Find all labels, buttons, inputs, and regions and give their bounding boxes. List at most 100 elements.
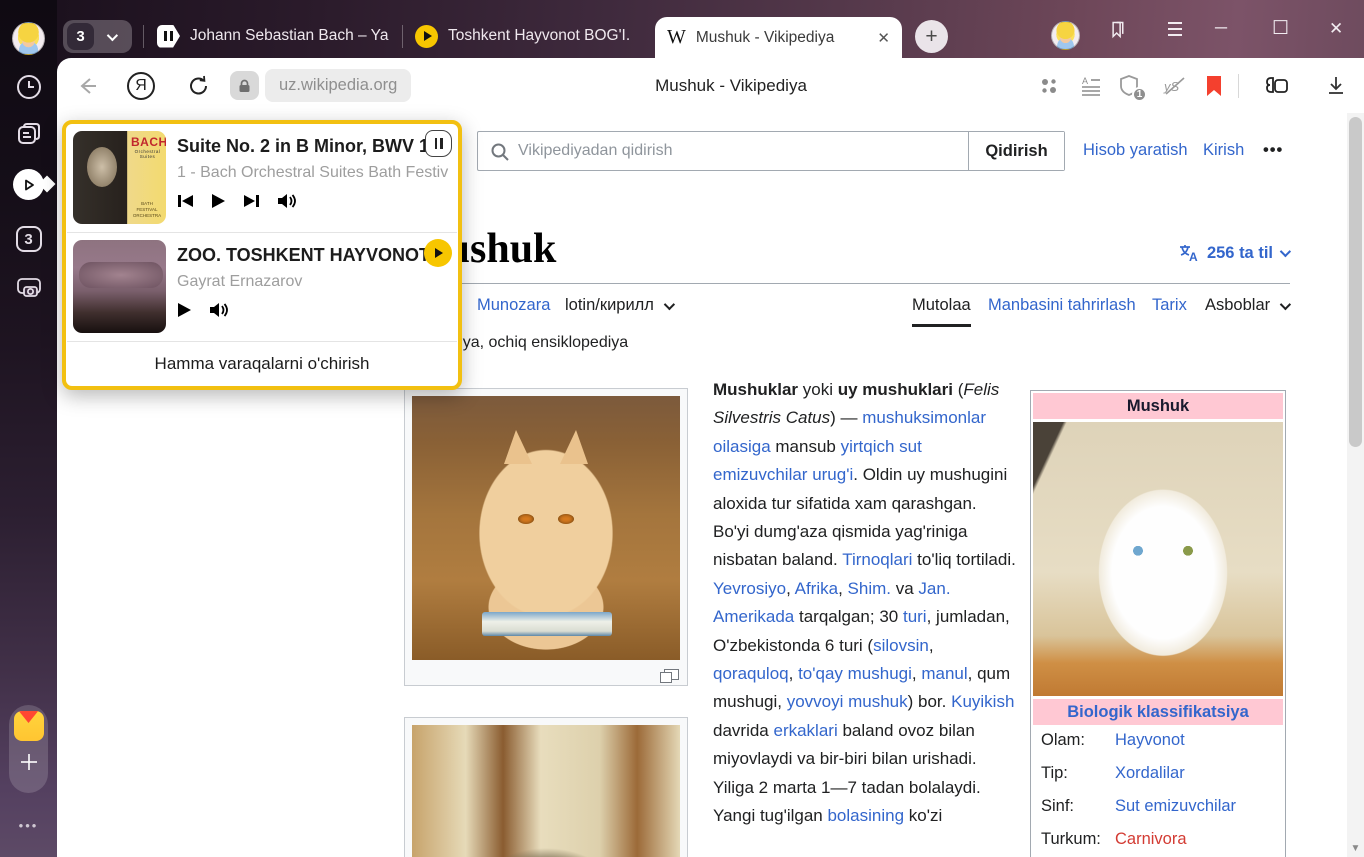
volume-icon[interactable]	[209, 302, 229, 318]
infobox-row: Olam:Hayvonot	[1041, 731, 1275, 750]
toolbar-page-title: Mushuk - Vikipediya	[655, 58, 807, 113]
cat-on-book-photo[interactable]	[412, 396, 680, 660]
profile-avatar[interactable]	[1051, 21, 1080, 50]
tab-bach[interactable]: Johann Sebastian Bach – Ya	[157, 14, 397, 58]
yandex-logo-icon[interactable]: Я	[127, 58, 155, 113]
article-link[interactable]: to'qay mushugi	[798, 664, 912, 683]
article-link[interactable]: Afrika	[795, 579, 838, 598]
tools-dropdown[interactable]: Asboblar	[1205, 296, 1288, 315]
reload-icon[interactable]	[187, 58, 211, 113]
playing-badge-icon[interactable]	[424, 239, 452, 267]
collections-icon[interactable]	[1038, 58, 1060, 113]
article-link[interactable]: Kuyikish	[951, 692, 1014, 711]
close-window-button[interactable]: ✕	[1329, 19, 1343, 39]
infobox-title: Mushuk	[1033, 393, 1283, 419]
scrollbar-thumb[interactable]	[1349, 117, 1362, 447]
article-link[interactable]: bolasining	[827, 806, 904, 825]
download-icon[interactable]	[1325, 58, 1347, 113]
tab-mutolaa[interactable]: Mutolaa	[912, 296, 971, 327]
infobox-row-value[interactable]: Hayvonot	[1115, 731, 1185, 750]
wiki-search: Qidirish	[477, 131, 1065, 171]
tab-active-mushuk[interactable]: W Mushuk - Vikipediya ✕	[655, 17, 902, 58]
sidebar-more-icon[interactable]: •••	[0, 818, 57, 833]
article-link[interactable]: yovvoyi mushuk	[787, 692, 908, 711]
site-security[interactable]: uz.wikipedia.org	[230, 58, 411, 113]
language-selector[interactable]: A 256 ta til	[1178, 243, 1288, 263]
article-image-1-frame	[404, 388, 688, 686]
tab-zoo[interactable]: Toshkent Hayvonot BOG'I.	[415, 14, 647, 58]
article-link[interactable]: Yevrosiyo	[713, 579, 786, 598]
next-track-icon[interactable]	[243, 193, 260, 209]
article-link[interactable]: qoraquloq	[713, 664, 789, 683]
screenshot-icon[interactable]	[0, 272, 57, 302]
infobox-row-value[interactable]: Xordalilar	[1115, 764, 1185, 783]
article-link[interactable]: Tirnoqlari	[842, 550, 912, 569]
article-text: (	[953, 380, 963, 399]
add-app-icon[interactable]	[18, 751, 40, 773]
media-player-panel-icon[interactable]	[13, 169, 44, 200]
page-scrollbar[interactable]: ▼	[1347, 113, 1364, 857]
article-link[interactable]: manul	[921, 664, 967, 683]
white-kitten-photo[interactable]	[1033, 422, 1283, 696]
pinned-apps	[9, 705, 48, 793]
sidebar-avatar[interactable]	[12, 22, 45, 55]
play-icon[interactable]	[211, 193, 226, 209]
variant-dropdown[interactable]: lotin/кирилл	[565, 296, 672, 315]
article-text: davrida	[713, 721, 773, 740]
maximize-button[interactable]: ☐	[1272, 17, 1289, 40]
divider	[1238, 58, 1239, 113]
article-text: ,	[929, 636, 934, 655]
scrollbar-down-arrow[interactable]: ▼	[1347, 843, 1364, 854]
article-image-2-frame	[404, 717, 688, 857]
url-chip[interactable]: uz.wikipedia.org	[265, 69, 411, 102]
history-icon[interactable]	[0, 73, 57, 101]
close-tab-icon[interactable]: ✕	[877, 29, 890, 47]
flag-notifications-icon[interactable]	[1107, 19, 1128, 44]
article-text: to'liq tortiladi.	[912, 550, 1015, 569]
user-more-menu[interactable]: •••	[1263, 141, 1283, 160]
chevron-down-icon	[107, 29, 118, 40]
article-text: Mushuklar	[713, 380, 798, 399]
back-icon[interactable]	[75, 58, 99, 113]
infobox-rows: Olam:Hayvonot Tip:Xordalilar Sinf:Sut emiz…	[1033, 725, 1283, 857]
tab-tarix[interactable]: Tarix	[1152, 296, 1187, 315]
sidebar-tabs-icon[interactable]: 3	[0, 226, 57, 252]
close-all-tabs-button[interactable]: Hamma varaqalarni o'chirish	[66, 342, 458, 386]
bookmark-icon[interactable]	[1205, 58, 1223, 113]
infobox-row-value[interactable]: Sut emizuvchilar	[1115, 797, 1236, 816]
reader-mode-icon[interactable]: A	[1080, 58, 1102, 113]
new-tab-button[interactable]: +	[915, 20, 948, 53]
article-link[interactable]: erkaklari	[773, 721, 837, 740]
tab-munozara[interactable]: Munozara	[477, 296, 550, 315]
article-link[interactable]: silovsin	[873, 636, 929, 655]
tab-edit-source[interactable]: Manbasini tahrirlash	[988, 296, 1136, 315]
infobox-row: Tip:Xordalilar	[1041, 764, 1275, 783]
article-link[interactable]: turi	[903, 607, 927, 626]
protect-shield-icon[interactable]: 1	[1118, 58, 1140, 113]
enlarge-icon[interactable]	[664, 669, 679, 680]
search-button[interactable]: Qidirish	[968, 132, 1064, 170]
article-text: yoki	[798, 380, 838, 399]
tab-count-badge: 3	[67, 23, 94, 50]
pause-tab-button[interactable]	[425, 130, 452, 157]
yandex-mail-app-icon[interactable]	[14, 711, 44, 741]
previous-track-icon[interactable]	[177, 193, 194, 209]
infobox-row-value[interactable]: Carnivora	[1115, 830, 1187, 849]
menu-icon[interactable]	[1165, 20, 1185, 42]
volume-icon[interactable]	[277, 193, 297, 209]
infobox-row: Turkum:Carnivora	[1041, 830, 1275, 849]
tab-groups-icon[interactable]	[1263, 58, 1291, 113]
infobox-row: Sinf:Sut emizuvchilar	[1041, 797, 1275, 816]
language-count: 256 ta til	[1207, 244, 1273, 263]
search-input[interactable]	[478, 132, 968, 170]
tabby-cat-photo[interactable]	[412, 725, 680, 857]
tab-counter[interactable]: 3	[63, 20, 132, 53]
minimize-button[interactable]: ─	[1215, 18, 1227, 38]
login-link[interactable]: Kirish	[1203, 141, 1244, 160]
js-off-icon[interactable]: yS	[1162, 58, 1188, 113]
article-link[interactable]: Shim.	[848, 579, 891, 598]
play-icon[interactable]	[177, 302, 192, 318]
article-text: ,	[838, 579, 847, 598]
notes-panel-icon[interactable]	[0, 121, 57, 149]
create-account-link[interactable]: Hisob yaratish	[1083, 141, 1188, 160]
